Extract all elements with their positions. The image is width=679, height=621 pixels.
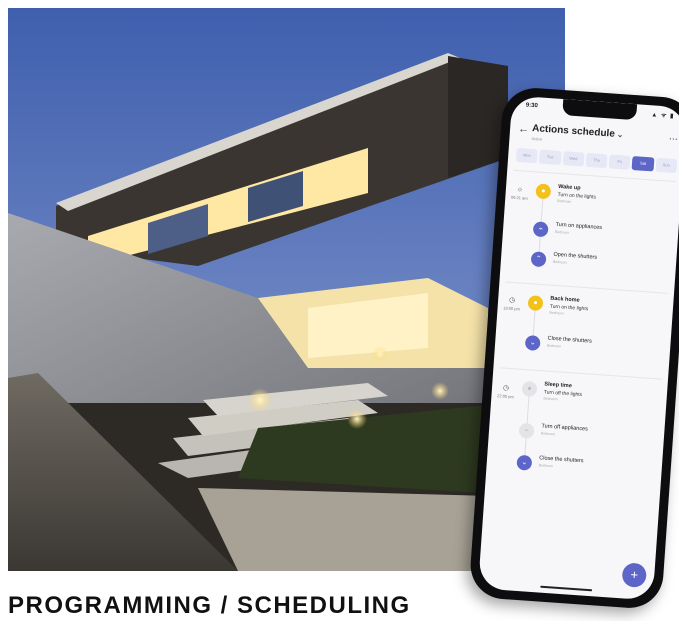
- section-divider: [513, 169, 676, 183]
- day-tab-fri[interactable]: Fri: [608, 154, 631, 170]
- item-room: Bedroom: [552, 259, 568, 265]
- clock-icon: ◷: [508, 296, 516, 305]
- section-time-2: ◷ 18:00 pm: [501, 295, 522, 312]
- day-tab-wed[interactable]: Wed: [562, 151, 585, 167]
- item-room: Bedroom: [549, 310, 564, 316]
- item-room: Bedroom: [540, 431, 556, 437]
- clock-icon: ◷: [502, 384, 510, 392]
- day-tab-mon[interactable]: Mon: [515, 147, 539, 164]
- chevron-down-icon[interactable]: ⌄: [616, 130, 623, 139]
- section-time-1: ☼ 06:21 am: [509, 186, 530, 201]
- home-indicator: [539, 585, 592, 592]
- status-icons: ▲ ᯤ ▮: [651, 112, 675, 120]
- schedule-item[interactable]: ● Wake up Turn on the lights Bedroom: [534, 181, 675, 221]
- day-tab-tue[interactable]: Tue: [539, 149, 562, 166]
- section-time-label: 06:21 am: [510, 194, 528, 201]
- day-tab-sun[interactable]: Sun: [655, 157, 678, 174]
- plug-off-icon: ⌁: [518, 422, 535, 439]
- shutter-down-icon: ⌄: [524, 335, 541, 352]
- caption-heading: PROGRAMMING / SCHEDULING: [8, 592, 411, 619]
- item-room: Bedroom: [554, 229, 570, 235]
- item-room: Bedroom: [557, 198, 572, 204]
- schedule-item[interactable]: ● Sleep time Turn off the lights Bedroom: [521, 379, 662, 419]
- plug-icon: ⌁: [532, 221, 549, 238]
- item-room: Bedroom: [546, 343, 562, 349]
- status-time: 9:30: [525, 102, 538, 110]
- schedule-item[interactable]: ⌄ Close the shutters Bedroom: [524, 333, 665, 373]
- back-arrow-icon[interactable]: ←: [518, 123, 530, 136]
- shutter-up-icon: ⌃: [530, 251, 547, 268]
- bulb-off-icon: ●: [521, 380, 538, 397]
- section-time-label: 22:00 pm: [496, 393, 514, 400]
- bulb-icon: ●: [527, 295, 544, 312]
- page-title[interactable]: Actions schedule⌄: [532, 123, 624, 140]
- sun-icon: ☼: [516, 186, 524, 194]
- bulb-icon: ●: [535, 183, 552, 200]
- item-room: Bedroom: [543, 396, 558, 402]
- schedule-item[interactable]: ● Back home Turn on the lights Bedroom: [527, 293, 668, 333]
- item-title: Back home: [550, 295, 580, 304]
- shutter-down-icon: ⌄: [516, 454, 533, 471]
- item-title: Sleep time: [544, 381, 573, 390]
- day-selector: Mon Tue Wed Thu Fri Sat Sun: [515, 147, 678, 174]
- day-tab-thu[interactable]: Thu: [585, 152, 608, 169]
- app-header: ← Actions schedule⌄ Active ⋯: [517, 120, 677, 153]
- section-time-label: 18:00 pm: [503, 305, 521, 312]
- more-options-icon[interactable]: ⋯: [668, 134, 677, 146]
- item-title: Wake up: [557, 183, 581, 192]
- page-title-text: Actions schedule: [531, 122, 616, 140]
- phone-mockup: 9:30 ▲ ᯤ ▮ ← Actions schedule⌄ Active ⋯ …: [468, 85, 679, 611]
- day-tab-sat[interactable]: Sat: [631, 156, 655, 172]
- item-room: Bedroom: [538, 463, 554, 469]
- add-action-button[interactable]: +: [621, 562, 648, 588]
- page-subtitle: Active: [531, 135, 543, 142]
- section-time-3: ◷ 22:00 pm: [495, 383, 516, 400]
- phone-notch: [561, 99, 637, 121]
- phone-screen: 9:30 ▲ ᯤ ▮ ← Actions schedule⌄ Active ⋯ …: [477, 95, 679, 601]
